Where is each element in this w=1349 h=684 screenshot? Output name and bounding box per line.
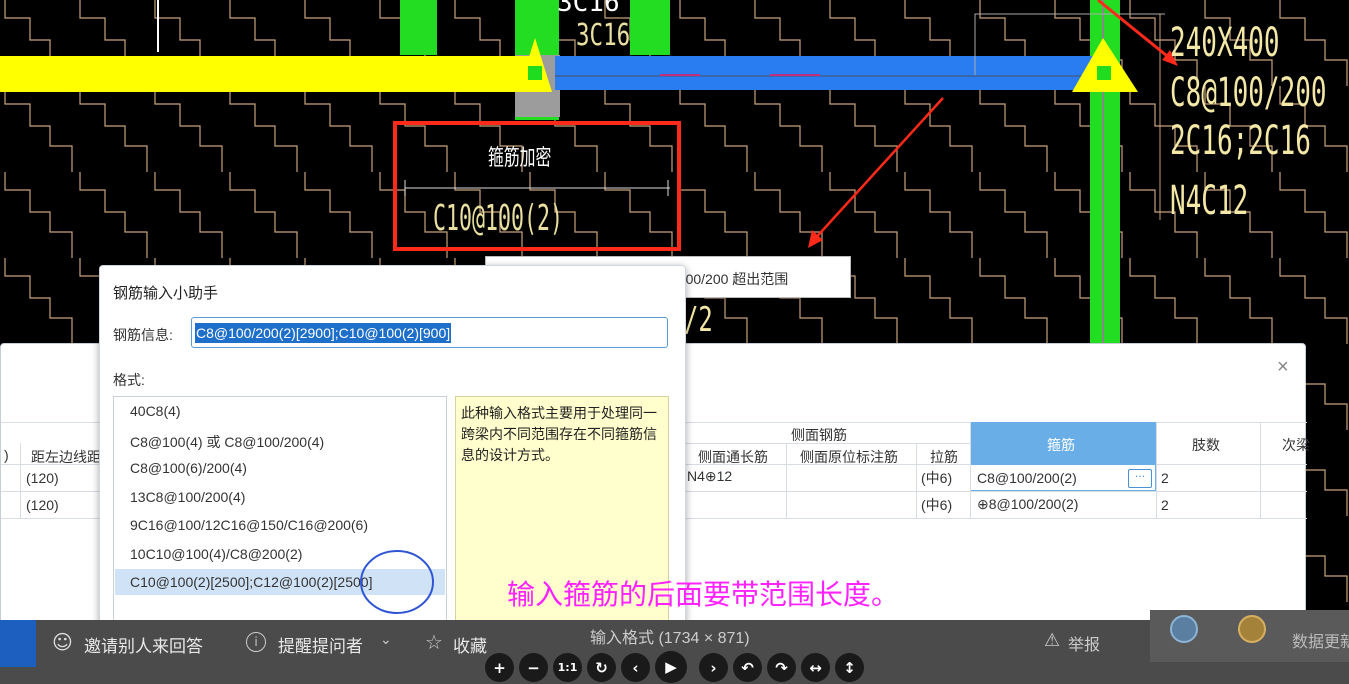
close-icon[interactable]: × [1277,356,1289,379]
flip-vertical-button[interactable]: ↕ [835,653,864,682]
row1-side-long-bar[interactable]: N4⊕12 [687,468,732,485]
rotate-button[interactable]: ↻ [587,653,616,682]
play-button[interactable]: ▶ [655,651,687,683]
badge-icon [1238,615,1266,643]
cad-beam-annotation-2: C8@100/200 [1170,70,1327,116]
badge-icon [1170,615,1198,643]
rebar-info-label: 钢筋信息: [113,327,173,343]
previous-button[interactable]: ‹ [621,653,650,682]
green-column-left [400,0,437,55]
format-item[interactable]: C8@100(6)/200(4) [130,460,247,476]
dialog-title: 钢筋输入小助手 [113,285,219,302]
col-header-side-rebar-group: 侧面钢筋 [791,427,847,443]
info-icon: i [246,632,266,652]
rebar-info-input[interactable]: C8@100/200(2)[2900];C10@100(2)[900] [191,317,668,348]
format-item[interactable]: 9C16@100/12C16@150/C16@200(6) [130,517,368,533]
chevron-down-icon[interactable]: ⌄ [380,632,392,648]
image-caption: 输入格式 (1734 × 871) [590,630,750,647]
data-update-text: 数据更新 [1292,634,1349,651]
row1-legs[interactable]: 2 [1161,470,1169,486]
next-button[interactable]: › [699,653,728,682]
col-header-paren: ) [4,447,9,463]
star-icon: ☆ [425,630,443,654]
col-header-side-orig-bar: 侧面原位标注筋 [800,449,898,465]
row2-left-distance[interactable]: (120) [26,497,59,513]
remind-link[interactable]: 提醒提问者 [278,632,363,657]
user-icon: ☺ [52,630,73,654]
col-header-stirrup: 箍筋 [1047,437,1075,453]
green-column-right-top [630,0,670,55]
row2-stirrup[interactable]: ⊕8@100/200(2) [977,496,1078,513]
row1-tie-bar[interactable]: (中6) [921,468,952,488]
blue-beam [555,56,1095,90]
rotate-right-button[interactable]: ↷ [767,653,796,682]
format-label: 格式: [113,372,145,388]
cad-beam-annotation-4: N4C12 [1170,178,1249,224]
zoom-in-button[interactable]: + [485,653,514,682]
col-header-legs: 肢数 [1192,437,1220,453]
cad-label-3c16-mid: 3C16 [576,18,631,53]
format-item[interactable]: 10C10@100(4)/C8@200(2) [130,546,302,562]
format-item[interactable]: 40C8(4) [130,403,181,419]
invite-link[interactable]: 邀请别人来回答 [84,632,203,657]
yellow-beam [0,56,535,92]
col-header-left-distance: 距左边线距 [31,449,101,465]
report-link[interactable]: 举报 [1068,631,1100,655]
row2-tie-bar[interactable]: (中6) [921,495,952,515]
flip-horizontal-button[interactable]: ↔ [801,653,830,682]
actual-size-button[interactable]: 1:1 [553,653,582,682]
cad-stirrup-value: C10@100(2) [433,198,564,239]
warning-icon: ⚠ [1044,630,1061,651]
answer-button[interactable] [0,620,36,667]
zoom-out-button[interactable]: − [519,653,548,682]
cad-beam-annotation-3: 2C16;2C16 [1170,118,1311,164]
stirrup-more-button[interactable]: ··· [1128,469,1152,488]
row1-left-distance[interactable]: (120) [26,470,59,486]
rotate-left-button[interactable]: ↶ [733,653,762,682]
cad-label-3c16-top: 3C16 [557,0,620,18]
cad-partial-right-text: /2 [684,300,713,340]
cad-stirrup-dense-label: 箍筋加密 [488,146,552,171]
format-item[interactable]: 13C8@100/200(4) [130,489,245,505]
rebar-info-value: C8@100/200(2)[2900];C10@100(2)[900] [195,322,452,343]
cad-beam-annotation-1: 240X400 [1170,20,1280,66]
col-header-side-long-bar: 侧面通长筋 [698,449,768,465]
row2-legs[interactable]: 2 [1161,497,1169,513]
format-item[interactable]: C8@100(4) 或 C8@100/200(4) [130,432,324,452]
magenta-note: 输入箍筋的后面要带范围长度。 [507,579,900,610]
col-header-next: 次梁 [1282,437,1310,453]
collect-link[interactable]: 收藏 [453,632,487,657]
blue-circle-annotation [360,550,434,614]
col-header-tie-bar: 拉筋 [930,449,958,465]
row1-stirrup[interactable]: C8@100/200(2) [977,470,1077,486]
